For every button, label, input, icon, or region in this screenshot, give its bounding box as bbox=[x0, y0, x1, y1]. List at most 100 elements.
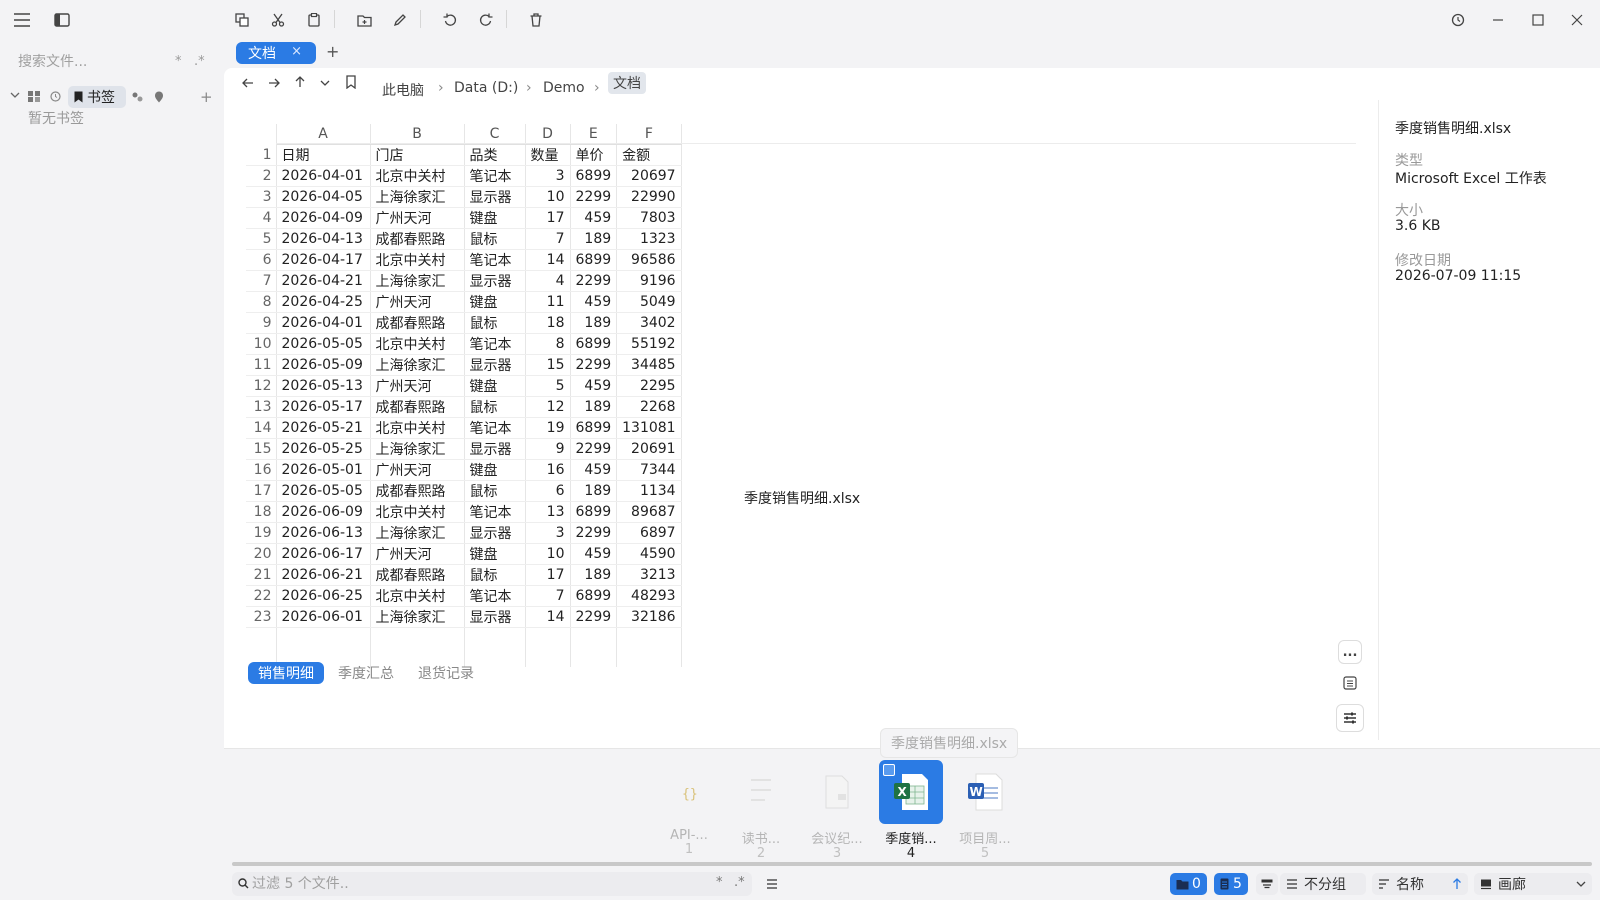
breadcrumb-demo[interactable]: Demo bbox=[543, 80, 585, 96]
sheet-row: 14 2026-05-21 北京中关村 笔记本 19 6899 131081 bbox=[246, 417, 682, 439]
history-icon[interactable] bbox=[1444, 8, 1472, 32]
sidebar-search-input[interactable] bbox=[6, 50, 216, 74]
new-folder-icon[interactable] bbox=[350, 8, 378, 32]
minimize-window-icon[interactable] bbox=[1484, 8, 1512, 32]
forward-arrow-icon[interactable] bbox=[268, 77, 280, 89]
sheet-tab-sales-detail[interactable]: 销售明细 bbox=[248, 662, 324, 684]
row-number: 14 bbox=[246, 417, 277, 439]
sheet-cell: 2026-05-01 bbox=[276, 459, 371, 481]
sheet-row: 10 2026-05-05 北京中关村 笔记本 8 6899 55192 bbox=[246, 333, 682, 355]
filter-regex-toggle[interactable]: .* bbox=[734, 875, 745, 890]
maximize-window-icon[interactable] bbox=[1524, 8, 1552, 32]
file-count-badge[interactable]: 5 bbox=[1214, 873, 1248, 895]
sheet-cell: 9196 bbox=[616, 270, 682, 292]
sheet-cell: 6899 bbox=[570, 585, 618, 607]
word-file-icon: W bbox=[953, 760, 1017, 824]
sheet-cell: 19 bbox=[525, 417, 571, 439]
column-header: D bbox=[525, 124, 571, 145]
sheet-cell: 笔记本 bbox=[464, 585, 526, 607]
sheet-empty-cell bbox=[570, 627, 618, 668]
gallery-item[interactable]: {} API-... 1 bbox=[654, 760, 724, 857]
sheet-cell: 显示器 bbox=[464, 438, 526, 460]
sheet-cell: 北京中关村 bbox=[370, 333, 465, 355]
tab-documents[interactable]: 文档 × bbox=[236, 42, 316, 64]
quick-access-icon[interactable] bbox=[28, 91, 40, 102]
sheet-cell: 2299 bbox=[570, 270, 618, 292]
header-divider bbox=[276, 143, 1356, 144]
sheet-row: 5 2026-04-13 成都春熙路 鼠标 7 189 1323 bbox=[246, 228, 682, 250]
sort-label: 名称 bbox=[1396, 877, 1424, 893]
close-window-icon[interactable] bbox=[1563, 8, 1591, 32]
toggle-sidebar-icon[interactable] bbox=[48, 8, 76, 32]
gallery-item[interactable]: 读书... 2 bbox=[726, 760, 796, 861]
gallery-item[interactable]: 会议纪... 3 bbox=[802, 760, 872, 861]
sheet-cell: 品类 bbox=[464, 144, 526, 166]
collapse-chevron-icon[interactable] bbox=[10, 90, 20, 102]
bookmark-icon bbox=[74, 91, 83, 103]
breadcrumb-documents[interactable]: 文档 bbox=[608, 72, 646, 94]
group-by-dropdown[interactable]: 不分组 bbox=[1280, 873, 1366, 895]
up-arrow-icon[interactable] bbox=[294, 76, 306, 88]
sheet-row: 6 2026-04-17 北京中关村 笔记本 14 6899 96586 bbox=[246, 249, 682, 271]
sheet-cell: 459 bbox=[570, 543, 618, 565]
sheet-cell: 96586 bbox=[616, 249, 682, 271]
horizontal-scrollbar[interactable] bbox=[232, 862, 1592, 866]
filter-wildcard-toggle[interactable]: * bbox=[716, 875, 723, 890]
paste-icon[interactable] bbox=[300, 8, 328, 32]
sheet-cell: 北京中关村 bbox=[370, 585, 465, 607]
tab-close-icon[interactable]: × bbox=[291, 44, 302, 59]
folder-icon bbox=[1176, 879, 1189, 890]
view-mode-dropdown[interactable]: 画廊 bbox=[1474, 873, 1592, 895]
sheet-cell: 成都春熙路 bbox=[370, 312, 465, 334]
copy-icon[interactable] bbox=[228, 8, 256, 32]
rename-pencil-icon[interactable] bbox=[386, 8, 414, 32]
adjust-settings-icon[interactable] bbox=[1336, 704, 1364, 732]
more-options-button[interactable]: ... bbox=[1338, 640, 1362, 664]
list-view-icon[interactable] bbox=[762, 873, 782, 895]
sheet-row: 7 2026-04-21 上海徐家汇 显示器 4 2299 9196 bbox=[246, 270, 682, 292]
search-regex-toggle[interactable]: .* bbox=[194, 54, 205, 69]
add-bookmark-button[interactable]: + bbox=[200, 88, 213, 106]
selection-checkbox[interactable] bbox=[883, 764, 895, 776]
sort-by-dropdown[interactable]: 名称 bbox=[1372, 873, 1468, 895]
gallery-item-selected[interactable]: X 季度销... 4 bbox=[876, 760, 946, 861]
filter-input[interactable] bbox=[252, 874, 692, 894]
sheet-tab-quarterly-summary[interactable]: 季度汇总 bbox=[328, 662, 404, 684]
gallery-item-number: 5 bbox=[980, 846, 990, 861]
tags-icon[interactable] bbox=[132, 92, 144, 102]
group-label: 不分组 bbox=[1304, 877, 1346, 893]
sheet-cell: 2299 bbox=[570, 606, 618, 628]
sheet-cell: 459 bbox=[570, 291, 618, 313]
search-wildcard-toggle[interactable]: * bbox=[175, 54, 182, 69]
bookmark-folder-icon[interactable] bbox=[346, 75, 356, 89]
gallery-item[interactable]: W 项目周... 5 bbox=[950, 760, 1020, 861]
redo-icon[interactable] bbox=[472, 8, 500, 32]
new-tab-button[interactable]: + bbox=[326, 42, 339, 61]
folder-count-badge[interactable]: 0 bbox=[1170, 873, 1207, 895]
recent-clock-icon[interactable] bbox=[50, 91, 61, 102]
history-dropdown-chevron-icon[interactable] bbox=[320, 78, 330, 88]
sheet-cell: 键盘 bbox=[464, 291, 526, 313]
filter-toggle-icon[interactable] bbox=[1256, 873, 1278, 895]
breadcrumb-data-drive[interactable]: Data (D:) bbox=[454, 80, 518, 96]
bookmarks-tab[interactable]: 书签 bbox=[68, 86, 126, 108]
hamburger-menu-icon[interactable] bbox=[8, 8, 36, 32]
delete-trash-icon[interactable] bbox=[522, 8, 550, 32]
breadcrumb-this-pc[interactable]: 此电脑 bbox=[382, 80, 424, 100]
location-pin-icon[interactable] bbox=[154, 91, 164, 103]
sort-ascending-arrow-icon[interactable] bbox=[1452, 878, 1462, 890]
view-label: 画廊 bbox=[1498, 877, 1526, 893]
undo-icon[interactable] bbox=[436, 8, 464, 32]
back-arrow-icon[interactable] bbox=[242, 77, 254, 89]
details-date-value: 2026-07-09 11:15 bbox=[1395, 268, 1522, 284]
sheet-cell: 189 bbox=[570, 396, 618, 418]
details-pane-icon[interactable] bbox=[1338, 671, 1362, 695]
sheet-cell: 显示器 bbox=[464, 606, 526, 628]
sheet-tab-returns[interactable]: 退货记录 bbox=[408, 662, 484, 684]
cut-icon[interactable] bbox=[264, 8, 292, 32]
sheet-cell: 2026-06-09 bbox=[276, 501, 371, 523]
sheet-cell: 笔记本 bbox=[464, 249, 526, 271]
row-number: 3 bbox=[246, 186, 277, 208]
column-header: B bbox=[370, 124, 465, 145]
sheet-row: 22 2026-06-25 北京中关村 笔记本 7 6899 48293 bbox=[246, 585, 682, 607]
